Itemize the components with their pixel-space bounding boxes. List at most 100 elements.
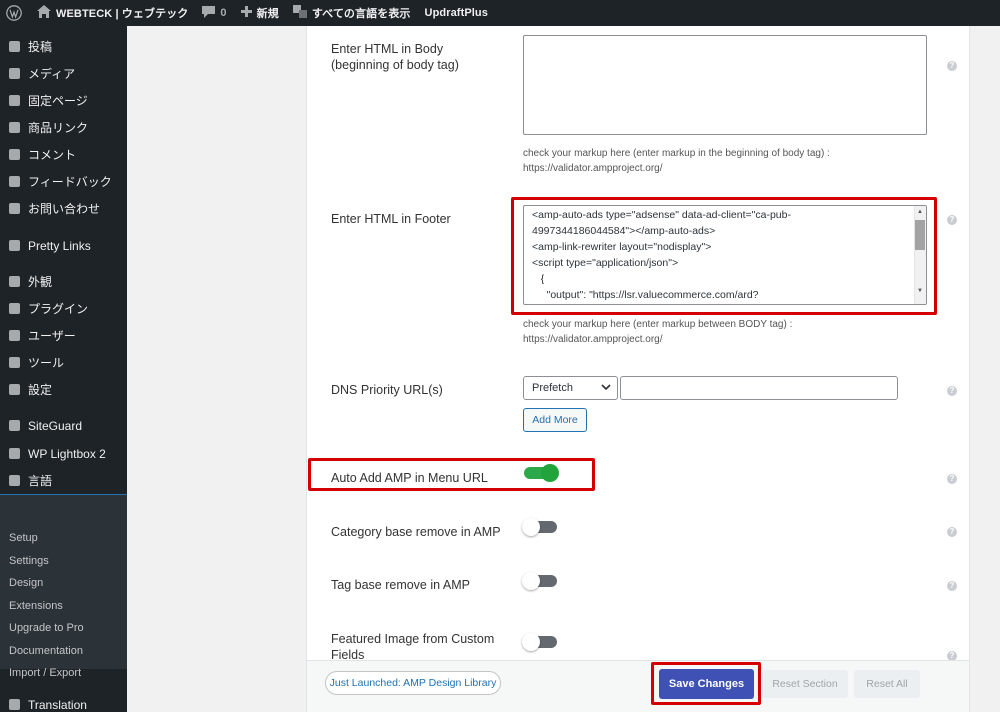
sidebar-item-label: ツール bbox=[28, 356, 65, 370]
languages-link[interactable]: すべての言語を表示 bbox=[286, 0, 418, 26]
chevron-down-icon bbox=[601, 382, 611, 395]
sidebar-item-label: 商品リンク bbox=[28, 121, 89, 135]
plugin-icon bbox=[7, 302, 21, 316]
site-name-link[interactable]: WEBTECK | ウェブテック bbox=[30, 0, 195, 26]
body-html-label-line2: (beginning of body tag) bbox=[331, 58, 459, 72]
scroll-down-icon[interactable]: ▼ bbox=[917, 288, 923, 294]
sidebar-item-wp-lightbox-2[interactable]: WP Lightbox 2 bbox=[0, 440, 127, 467]
sidebar-item-label: 設定 bbox=[28, 383, 53, 397]
submenu-item-import-export[interactable]: Import / Export bbox=[9, 667, 81, 679]
code-line: <amp-link-rewriter layout="nodisplay"> bbox=[532, 241, 712, 253]
help-icon[interactable]: ? bbox=[947, 474, 957, 484]
sidebar-item-label: フィードバック bbox=[28, 175, 112, 189]
sidebar-item-menu-5[interactable]: フィードバック bbox=[0, 168, 127, 195]
page-icon bbox=[7, 94, 21, 108]
comments-link[interactable]: 0 bbox=[195, 0, 233, 26]
auto-add-amp-toggle[interactable] bbox=[524, 464, 559, 482]
siteguard-icon bbox=[7, 419, 21, 433]
sidebar-item-menu-10[interactable]: ユーザー bbox=[0, 322, 127, 349]
category-base-toggle[interactable] bbox=[522, 518, 557, 536]
sidebar-item-siteguard[interactable]: SiteGuard bbox=[0, 412, 127, 439]
sidebar-item-menu-9[interactable]: プラグイン bbox=[0, 295, 127, 322]
pretty-links-icon bbox=[7, 239, 21, 253]
scrollbar-thumb[interactable] bbox=[915, 220, 925, 250]
sidebar-item-menu-6[interactable]: お問い合わせ bbox=[0, 195, 127, 222]
updraftplus-link[interactable]: UpdraftPlus bbox=[418, 0, 495, 26]
tag-base-toggle[interactable] bbox=[522, 572, 557, 590]
feedback-icon bbox=[7, 175, 21, 189]
sidebar-item-label: ユーザー bbox=[28, 329, 76, 343]
settings-icon bbox=[7, 383, 21, 397]
comment-icon bbox=[7, 148, 21, 162]
code-line: <script type="application/json"> bbox=[532, 257, 679, 269]
dns-type-value: Prefetch bbox=[532, 382, 573, 394]
pin-icon bbox=[7, 40, 21, 54]
help-icon[interactable]: ? bbox=[947, 61, 957, 71]
featured-image-label: Featured Image from Custom Fields bbox=[331, 631, 494, 663]
site-name: WEBTECK | ウェブテック bbox=[56, 8, 189, 20]
sidebar-item-label: SiteGuard bbox=[28, 418, 83, 433]
sidebar-item-menu-8[interactable]: 外観 bbox=[0, 268, 127, 295]
design-library-button[interactable]: Just Launched: AMP Design Library bbox=[325, 671, 501, 695]
languages-label: すべての言語を表示 bbox=[311, 8, 411, 20]
sidebar-item-label: メディア bbox=[28, 67, 76, 81]
submenu-item-setup[interactable]: Setup bbox=[9, 532, 38, 544]
updraftplus-label: UpdraftPlus bbox=[424, 7, 488, 19]
sidebar-item-menu-2[interactable]: 固定ページ bbox=[0, 87, 127, 114]
sidebar-item-label: 投稿 bbox=[28, 40, 53, 54]
textarea-scrollbar[interactable]: ▲ ▼ bbox=[914, 206, 926, 304]
reset-all-button[interactable]: Reset All bbox=[854, 670, 920, 698]
comment-icon bbox=[202, 5, 216, 21]
sidebar-item-menu-1[interactable]: メディア bbox=[0, 60, 127, 87]
featured-image-toggle[interactable] bbox=[522, 633, 557, 651]
sidebar-item-menu-4[interactable]: コメント bbox=[0, 141, 127, 168]
help-icon[interactable]: ? bbox=[947, 527, 957, 537]
scroll-up-icon[interactable]: ▲ bbox=[917, 209, 923, 215]
code-line: "output": "https://lsr.valuecommerce.com… bbox=[532, 289, 759, 301]
new-content-link[interactable]: 新規 bbox=[234, 0, 286, 26]
save-changes-button[interactable]: Save Changes bbox=[659, 669, 754, 699]
sidebar-item-translation[interactable]: Translation bbox=[0, 691, 127, 712]
category-base-label: Category base remove in AMP bbox=[331, 525, 501, 539]
sidebar-item-pretty-links[interactable]: Pretty Links bbox=[0, 232, 127, 259]
toggle-knob bbox=[541, 464, 559, 482]
comments-count: 0 bbox=[220, 7, 227, 19]
sidebar-item-label: WP Lightbox 2 bbox=[28, 446, 106, 461]
reset-section-button[interactable]: Reset Section bbox=[762, 670, 848, 698]
dns-label: DNS Priority URL(s) bbox=[331, 383, 443, 397]
sidebar-item-menu-11[interactable]: ツール bbox=[0, 349, 127, 376]
submenu-item-extensions[interactable]: Extensions bbox=[9, 600, 63, 612]
add-more-button[interactable]: Add More bbox=[523, 408, 587, 432]
dns-type-select[interactable]: Prefetch bbox=[523, 376, 618, 400]
sidebar-item-label: Pretty Links bbox=[28, 238, 91, 253]
code-line: 4997344186044584"></amp-auto-ads> bbox=[532, 225, 716, 237]
submenu-item-design[interactable]: Design bbox=[9, 577, 43, 589]
submenu-item-upgrade-to-pro[interactable]: Upgrade to Pro bbox=[9, 622, 84, 634]
sidebar-item-menu-3[interactable]: 商品リンク bbox=[0, 114, 127, 141]
help-icon[interactable]: ? bbox=[947, 581, 957, 591]
translate-icon bbox=[292, 5, 307, 21]
body-html-label-line1: Enter HTML in Body bbox=[331, 42, 444, 56]
submenu-item-documentation[interactable]: Documentation bbox=[9, 645, 83, 657]
external-link-icon bbox=[7, 121, 21, 135]
body-html-textarea[interactable] bbox=[523, 35, 927, 135]
body-html-validator-link[interactable]: https://validator.ampproject.org/ bbox=[523, 161, 913, 176]
help-icon[interactable]: ? bbox=[947, 215, 957, 225]
wordpress-logo-icon[interactable] bbox=[0, 0, 30, 26]
sidebar-item-menu-12[interactable]: 設定 bbox=[0, 376, 127, 403]
toggle-knob bbox=[522, 633, 540, 651]
footer-html-label: Enter HTML in Footer bbox=[331, 212, 451, 226]
help-icon[interactable]: ? bbox=[947, 386, 957, 396]
toggle-knob bbox=[522, 572, 540, 590]
sidebar-item-menu-15[interactable]: 言語 bbox=[0, 467, 127, 494]
dns-url-input[interactable] bbox=[620, 376, 898, 400]
home-icon bbox=[37, 5, 51, 21]
sidebar-item-menu-0[interactable]: 投稿 bbox=[0, 33, 127, 60]
submenu-item-settings[interactable]: Settings bbox=[9, 555, 49, 567]
footer-html-validator-link[interactable]: https://validator.ampproject.org/ bbox=[523, 332, 913, 347]
body-html-label: Enter HTML in Body (beginning of body ta… bbox=[331, 41, 459, 73]
mail-icon bbox=[7, 202, 21, 216]
sidebar-item-label: プラグイン bbox=[28, 302, 89, 316]
appearance-icon bbox=[7, 275, 21, 289]
footer-html-textarea[interactable]: <amp-auto-ads type="adsense" data-ad-cli… bbox=[523, 205, 927, 305]
